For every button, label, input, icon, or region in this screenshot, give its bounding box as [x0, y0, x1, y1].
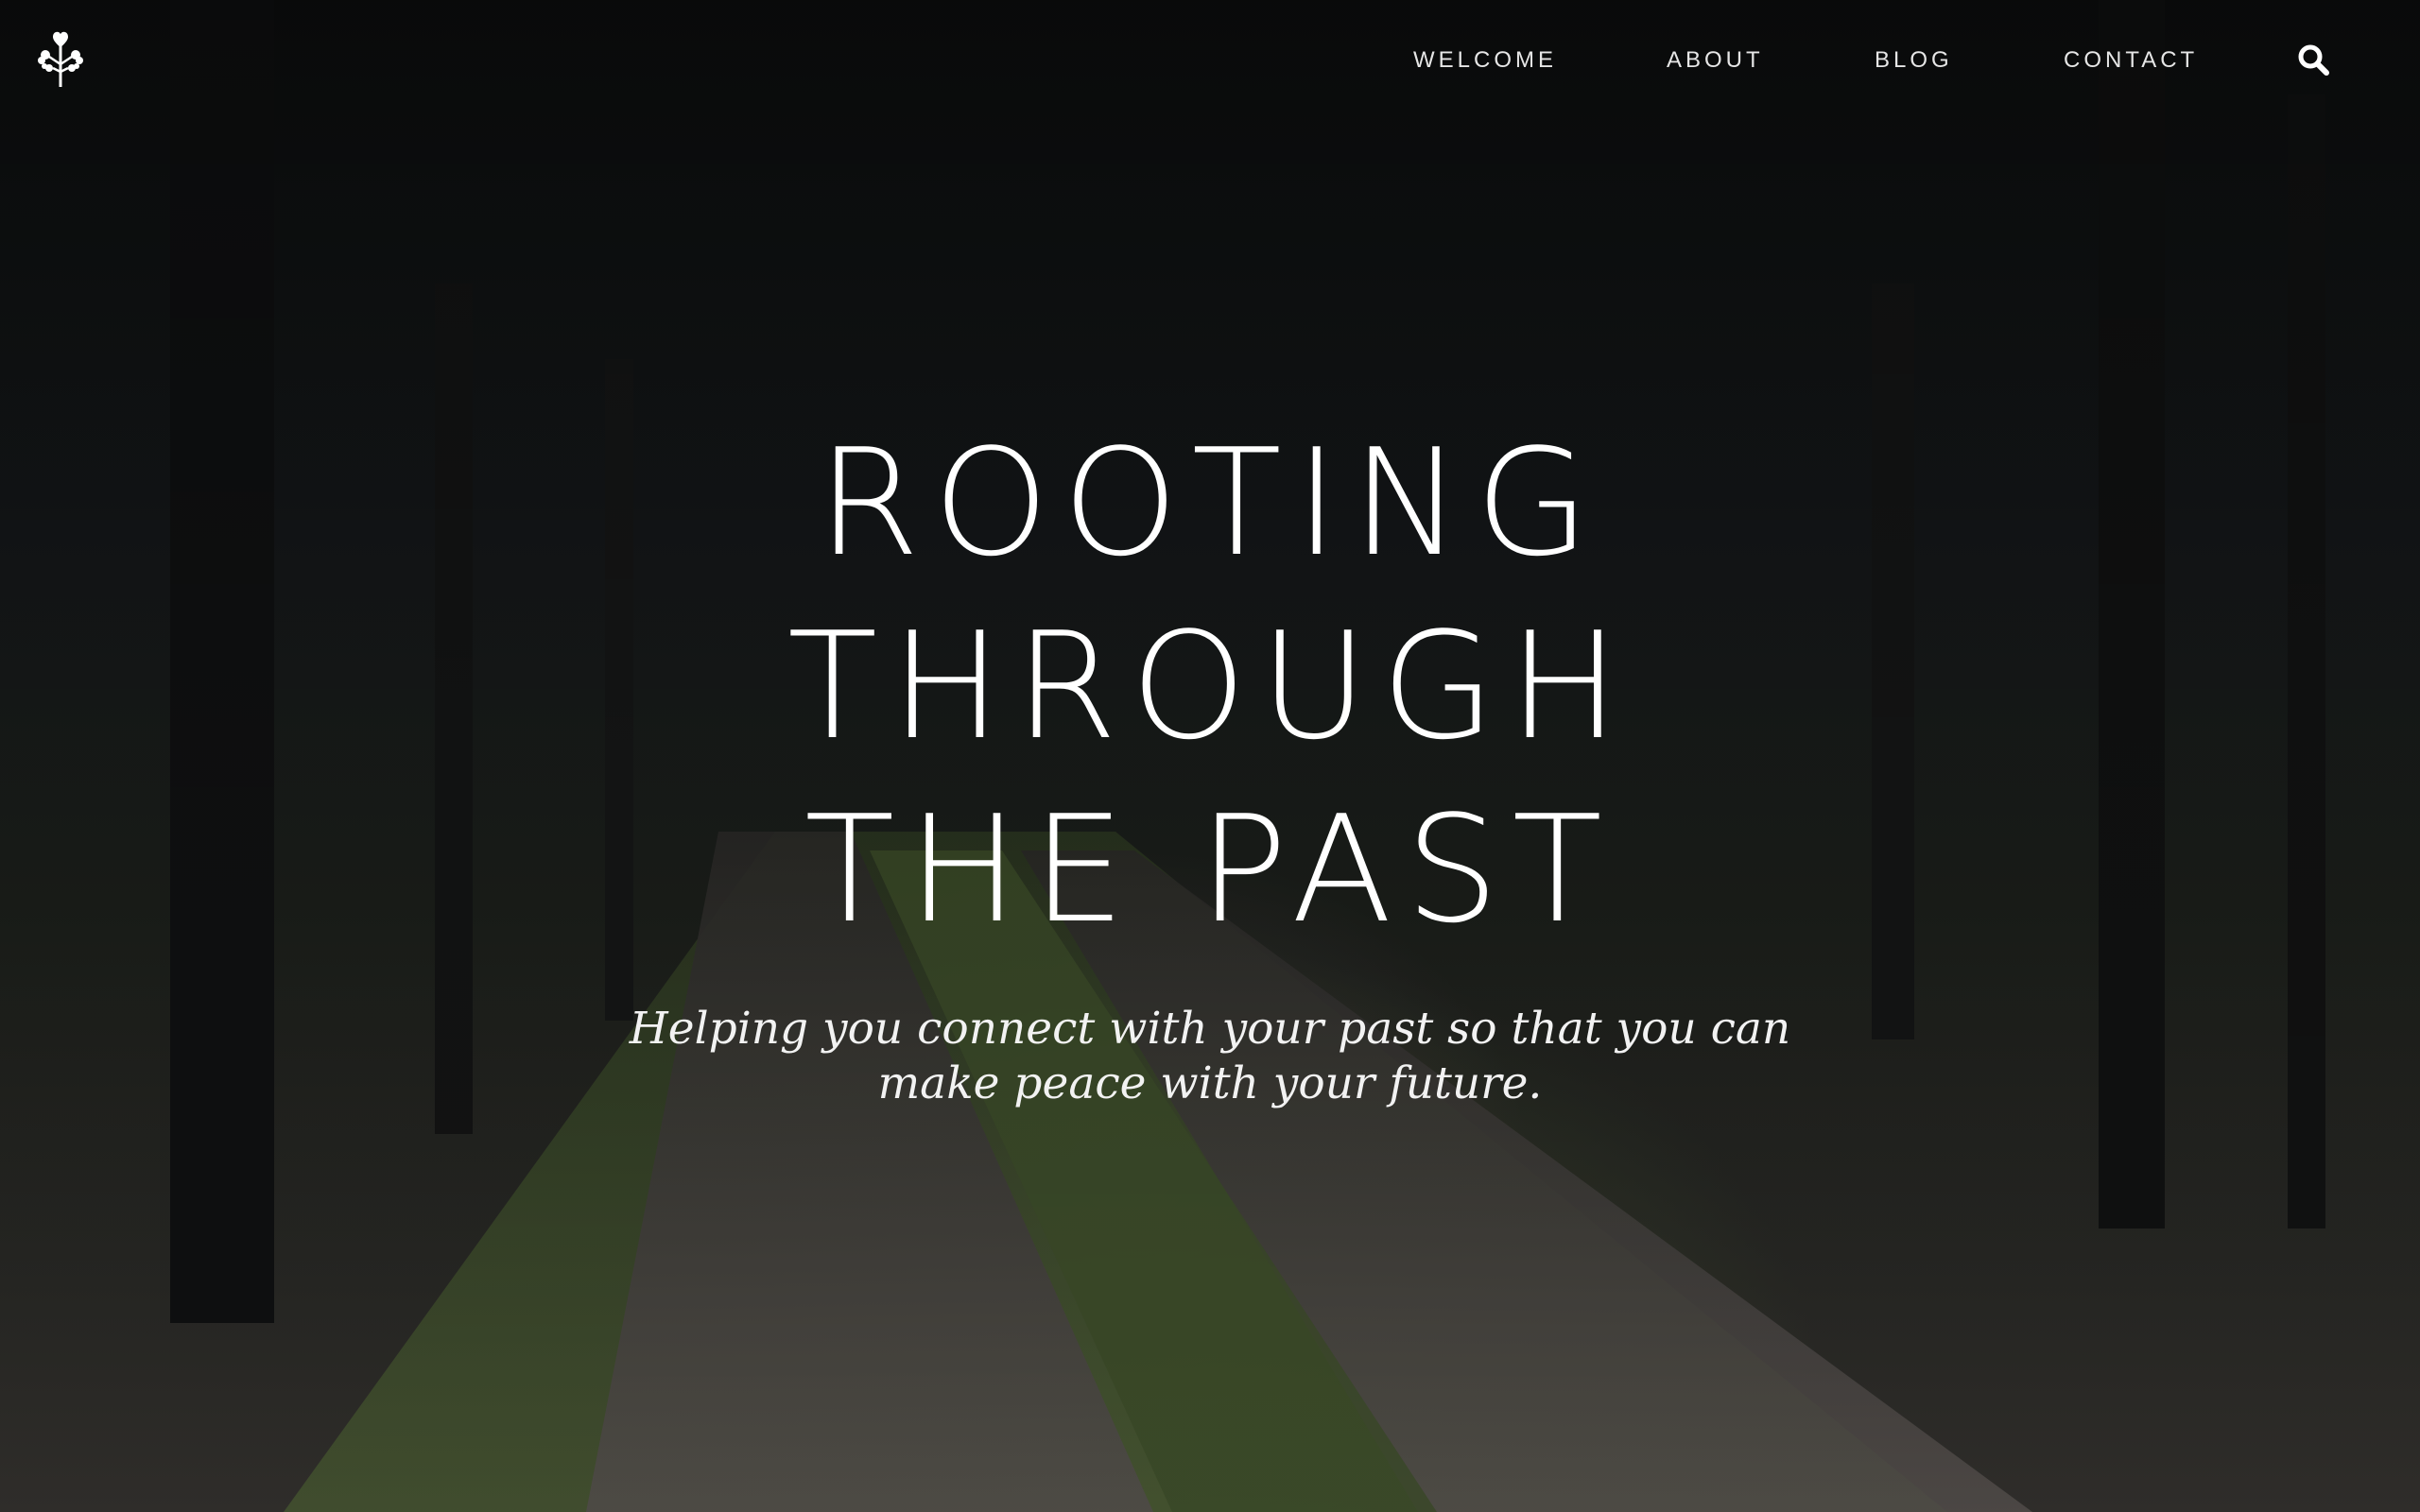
- nav-about[interactable]: ABOUT: [1667, 42, 1764, 79]
- hero-title-line-1: ROOTING: [817, 417, 1603, 589]
- nav-welcome[interactable]: WELCOME: [1413, 42, 1557, 79]
- nav-contact[interactable]: CONTACT: [2064, 42, 2198, 79]
- hero-subtitle: Helping you connect with your past so th…: [629, 1003, 1791, 1109]
- nav-blog[interactable]: BLOG: [1875, 42, 1953, 79]
- top-navbar: WELCOME ABOUT BLOG CONTACT: [0, 0, 2420, 121]
- main-nav: WELCOME ABOUT BLOG CONTACT: [0, 42, 2420, 79]
- hero-title-line-3: THE PAST: [804, 783, 1616, 955]
- hero-title-line-2: THROUGH: [786, 600, 1634, 772]
- hero-title: ROOTING THROUGH THE PAST: [0, 411, 2420, 961]
- hero-section: WELCOME ABOUT BLOG CONTACT ROOTING THROU…: [0, 0, 2420, 1512]
- search-icon[interactable]: [2295, 42, 2333, 79]
